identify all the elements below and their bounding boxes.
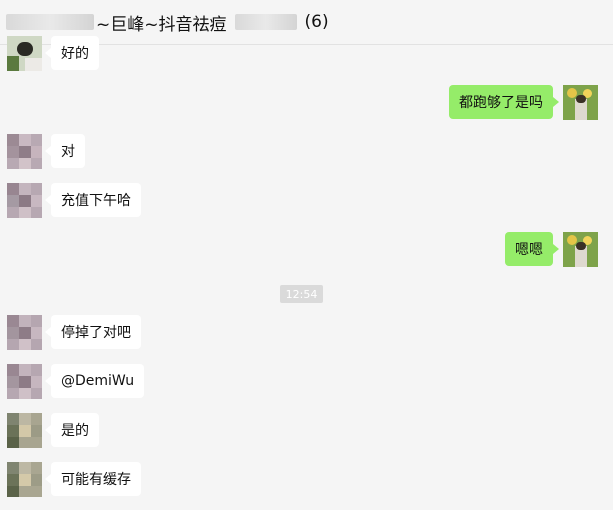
avatar[interactable] xyxy=(7,364,42,399)
message-bubble[interactable]: 嗯嗯 xyxy=(505,232,559,266)
message-text: 嗯嗯 xyxy=(515,242,543,258)
message-bubble[interactable]: 停掉了对吧 xyxy=(45,315,141,349)
message-bubble[interactable]: 可能有缓存 xyxy=(45,462,141,496)
message-text: 好的 xyxy=(61,46,89,62)
avatar[interactable] xyxy=(563,85,598,120)
blurred-name-fragment xyxy=(234,14,297,30)
message-bubble[interactable]: @DemiWu xyxy=(44,364,145,398)
avatar[interactable] xyxy=(7,183,42,218)
message-text: 可能有缓存 xyxy=(61,472,131,488)
message-text: 是的 xyxy=(61,423,89,439)
blurred-name-fragment xyxy=(6,14,94,30)
message-bubble[interactable]: 对 xyxy=(45,134,85,168)
message-bubble[interactable]: 充值下午哈 xyxy=(45,183,141,217)
chat-title[interactable]: ~巨峰~抖音祛痘 (6) xyxy=(6,8,329,36)
avatar[interactable] xyxy=(563,232,598,267)
timestamp: 12:54 xyxy=(280,285,323,303)
avatar[interactable] xyxy=(7,315,42,350)
message-text: 停掉了对吧 xyxy=(61,325,131,341)
avatar[interactable] xyxy=(7,462,42,497)
message-bubble[interactable]: 是的 xyxy=(45,413,99,447)
message-text: 都跑够了是吗 xyxy=(459,95,543,111)
message-text: 对 xyxy=(61,144,75,160)
message-text: 充值下午哈 xyxy=(61,193,131,209)
message-text: @DemiWu xyxy=(61,373,135,389)
avatar[interactable] xyxy=(7,134,42,169)
message-bubble[interactable]: 好的 xyxy=(45,36,99,70)
member-count: (6) xyxy=(304,12,329,32)
avatar[interactable] xyxy=(7,413,42,448)
avatar[interactable] xyxy=(7,36,42,71)
chat-title-text: ~巨峰~抖音祛痘 xyxy=(96,14,227,35)
message-bubble[interactable]: 都跑够了是吗 xyxy=(449,85,559,119)
